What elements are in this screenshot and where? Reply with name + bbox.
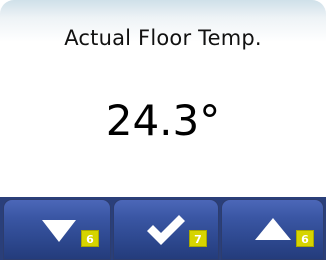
- arrow-down-icon: [42, 220, 76, 242]
- down-button-badge: 6: [81, 230, 99, 247]
- confirm-button[interactable]: 7: [113, 199, 219, 260]
- up-button[interactable]: 6: [221, 199, 324, 260]
- screen-title: Actual Floor Temp.: [64, 26, 262, 50]
- checkmark-icon: [147, 215, 185, 245]
- floor-temperature-reading: 24.3°: [105, 96, 221, 145]
- arrow-up-icon: [255, 218, 291, 240]
- thermostat-screen: Actual Floor Temp. 24.3° 6 7 6: [0, 0, 326, 260]
- confirm-button-badge: 7: [189, 230, 207, 247]
- button-bar: 6 7 6: [0, 197, 326, 260]
- up-button-badge: 6: [296, 230, 314, 247]
- down-button[interactable]: 6: [3, 199, 111, 260]
